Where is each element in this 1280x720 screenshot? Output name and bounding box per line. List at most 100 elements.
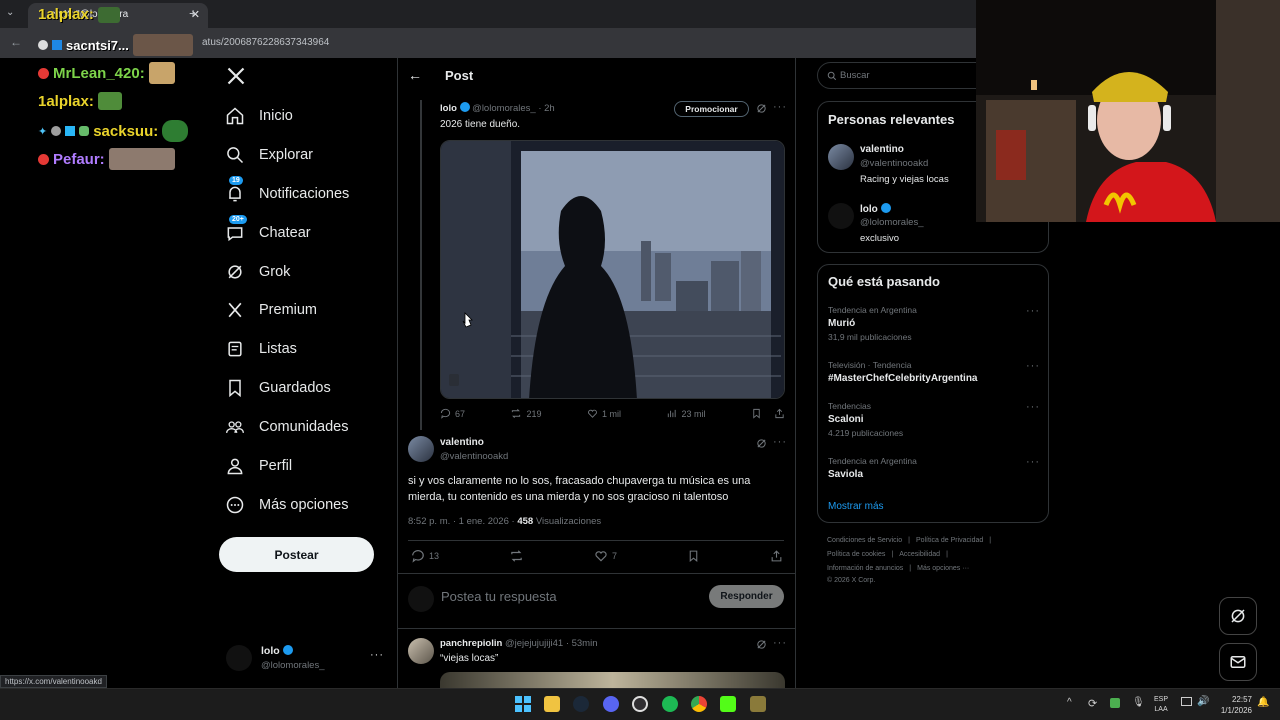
share-icon[interactable] [774,408,785,419]
chat-badge: 20+ [229,215,247,224]
show-more-link[interactable]: Mostrar más [828,501,884,512]
like-action[interactable]: 1 mil [587,408,621,419]
discord-icon[interactable] [603,696,619,712]
author-name[interactable]: valentino [440,437,484,448]
author-name[interactable]: panchrepiolin [440,638,502,649]
badge-icon [38,67,49,79]
repost-icon [511,550,522,562]
emote-image [97,6,120,23]
author-name[interactable]: lolo [440,103,457,114]
more-icon[interactable]: ··· [773,637,787,649]
repost-action[interactable] [509,549,524,563]
trend-item[interactable]: Televisión · Tendencia #MasterChefCelebr… [828,360,1040,384]
nav-item-explorar[interactable]: Explorar [225,140,313,170]
nav-item-guardados[interactable]: Guardados [225,373,331,403]
x-logo-icon[interactable] [226,66,246,86]
post-media-image[interactable] [440,672,785,688]
more-icon[interactable]: ··· [1026,401,1040,413]
nav-item-comunidades[interactable]: Comunidades [225,412,348,442]
x-logo-icon [225,300,245,320]
bookmark-icon [225,378,245,398]
post-media-image[interactable] [440,140,785,399]
author-handle[interactable]: @valentinooakd [440,451,508,462]
nav-item-premium[interactable]: Premium [225,295,317,325]
clock[interactable]: 22:57 1/1/2026 [1216,694,1252,716]
grok-icon[interactable] [756,103,767,114]
badge-icon [38,153,49,165]
tray-sync-icon[interactable]: ⟳ [1088,697,1097,710]
messages-fab[interactable] [1219,643,1257,681]
tab-list-button[interactable]: ⌄ [6,7,20,21]
emote-image [97,92,122,110]
search-placeholder: Buscar [840,70,870,81]
footer-link[interactable]: Política de Privacidad [916,537,983,544]
promote-button[interactable]: Promocionar [674,101,749,117]
windows-start-icon[interactable] [515,696,531,712]
nav-item-grok[interactable]: Grok [225,257,290,287]
footer-link[interactable]: Accesibilidad [899,551,940,558]
tray-app-icon[interactable] [1110,698,1120,708]
obs-icon[interactable] [632,696,648,712]
avatar[interactable] [408,638,434,664]
app-icon[interactable] [750,696,766,712]
nav-item-mas-opciones[interactable]: Más opciones [225,490,348,520]
trend-item[interactable]: Tendencia en Argentina Saviola ··· [828,456,1040,480]
new-tab-button[interactable]: + [189,5,197,21]
footer-link[interactable]: Condiciones de Servicio [827,537,902,544]
more-icon[interactable]: ··· [773,101,787,113]
thread-line [420,100,422,430]
nav-item-perfil[interactable]: Perfil [225,451,292,481]
trend-item[interactable]: Tendencias Scaloni 4.219 publicaciones ·… [828,401,1040,438]
more-icon[interactable]: ··· [1026,456,1040,468]
language-indicator[interactable]: ESP LAA [1154,695,1168,715]
account-switcher[interactable]: lolo @lolomorales_ ··· [226,643,384,675]
volume-icon[interactable]: 🔊 [1197,696,1209,707]
repost-action[interactable]: 219 [510,408,542,419]
post-button[interactable]: Postear [219,537,374,572]
grok-fab[interactable] [1219,597,1257,635]
file-explorer-icon[interactable] [544,696,560,712]
nav-item-listas[interactable]: Listas [225,334,297,364]
more-icon[interactable]: ··· [1026,305,1040,317]
footer-link[interactable]: Política de cookies [827,551,885,558]
chrome-icon[interactable] [691,696,707,712]
more-icon[interactable]: ··· [370,649,384,661]
more-icon[interactable]: ··· [1026,360,1040,372]
kick-icon[interactable] [720,696,736,712]
chat-icon: 20+ [225,215,247,243]
nav-item-inicio[interactable]: Inicio [225,101,293,131]
search-icon [827,71,837,81]
bookmark-icon[interactable] [687,549,700,563]
reply-input[interactable]: Postea tu respuesta [441,589,691,604]
display-icon[interactable] [1181,697,1192,706]
share-icon[interactable] [770,549,783,563]
back-icon[interactable]: ← [10,35,22,49]
person-bio: Racing y viejas locas [860,174,949,185]
reply-action[interactable]: 13 [411,549,439,563]
spotify-icon[interactable] [662,696,678,712]
nav-item-notificaciones[interactable]: 19 Notificaciones [225,176,349,209]
avatar[interactable] [408,436,434,462]
grok-icon [1231,609,1245,623]
back-arrow-icon[interactable]: ← [408,67,422,83]
author-handle[interactable]: @lolomorales_ [472,103,536,114]
tray-chevron-icon[interactable]: ^ [1067,697,1072,708]
reply-button[interactable]: Responder [709,585,784,608]
page-title: Post [445,68,474,83]
footer-link[interactable]: Información de anuncios [827,565,903,572]
nav-label: Perfil [259,458,293,474]
notification-bell-icon[interactable]: 🔔 [1257,697,1269,708]
like-action[interactable]: 7 [594,549,617,563]
bookmark-icon[interactable] [751,408,762,419]
steam-icon[interactable] [573,696,589,712]
nav-item-chatear[interactable]: 20+ Chatear [225,215,311,248]
more-icon[interactable]: ··· [773,436,787,448]
footer-link[interactable]: Más opciones ··· [917,565,969,572]
author-handle[interactable]: @jejejujujiji41 [505,638,563,649]
reply-action[interactable]: 67 [440,408,465,419]
grok-icon[interactable] [756,639,767,650]
grok-icon[interactable] [756,438,767,449]
microphone-icon[interactable]: 🎙 [1132,697,1145,708]
views-action[interactable]: 23 mil [666,408,705,419]
trend-item[interactable]: Tendencia en Argentina Murió 31,9 mil pu… [828,305,1040,342]
